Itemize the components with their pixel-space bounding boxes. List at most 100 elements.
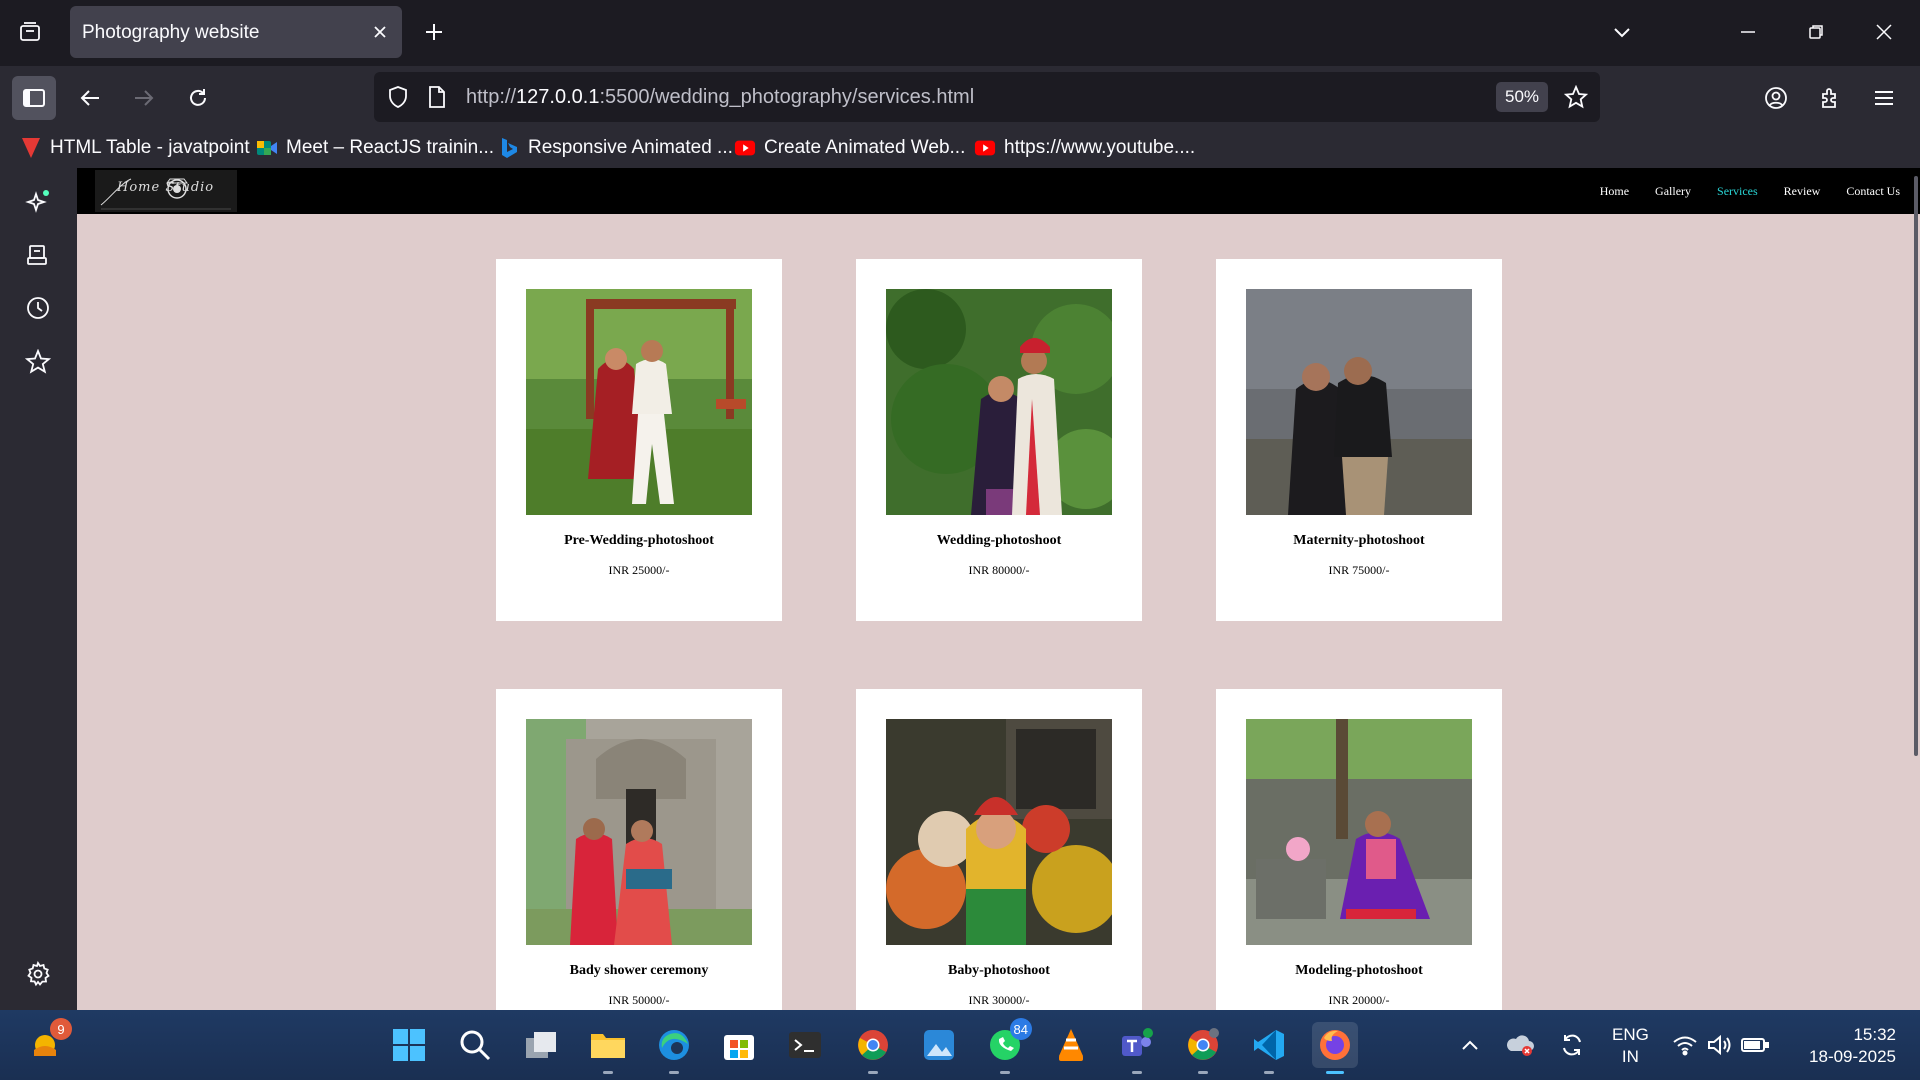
chevron-up-icon[interactable] bbox=[1454, 1022, 1486, 1068]
bookmark-item[interactable]: Responsive Animated ... bbox=[498, 134, 733, 162]
bookmark-item[interactable]: HTML Table - javatpoint bbox=[20, 134, 250, 162]
service-card[interactable]: Wedding-photoshoot INR 80000/- bbox=[856, 259, 1142, 621]
site-logo[interactable]: Home Studio bbox=[95, 170, 237, 212]
running-indicator bbox=[868, 1071, 878, 1074]
nav-link-contact[interactable]: Contact Us bbox=[1846, 184, 1900, 199]
service-card[interactable]: Maternity-photoshoot INR 75000/- bbox=[1216, 259, 1502, 621]
shield-icon[interactable] bbox=[386, 85, 410, 114]
service-price: INR 50000/- bbox=[608, 993, 670, 1007]
url-prefix: http:// bbox=[466, 86, 517, 108]
terminal-icon[interactable] bbox=[782, 1022, 828, 1068]
service-title: Baby-photoshoot bbox=[948, 963, 1050, 978]
service-photo bbox=[1246, 719, 1472, 945]
task-view-icon[interactable] bbox=[518, 1022, 564, 1068]
history-icon[interactable] bbox=[16, 286, 60, 330]
file-explorer-icon[interactable] bbox=[585, 1022, 631, 1074]
url-bar[interactable]: http://127.0.0.1:5500/wedding_photograph… bbox=[374, 72, 1600, 122]
start-menu-icon[interactable] bbox=[386, 1022, 432, 1068]
restore-icon[interactable] bbox=[1796, 10, 1836, 54]
service-photo bbox=[886, 289, 1112, 515]
chevron-down-icon[interactable] bbox=[1604, 14, 1640, 50]
back-arrow-icon[interactable] bbox=[68, 76, 112, 120]
onedrive-icon[interactable] bbox=[1502, 1022, 1538, 1068]
close-tab-icon[interactable] bbox=[368, 20, 392, 44]
close-window-icon[interactable] bbox=[1864, 10, 1904, 54]
page-scrollbar[interactable] bbox=[1914, 176, 1918, 756]
service-photo bbox=[886, 719, 1112, 945]
running-indicator bbox=[1326, 1071, 1344, 1074]
service-photo bbox=[526, 719, 752, 945]
new-tab-icon[interactable] bbox=[416, 14, 452, 50]
bookmark-item[interactable]: https://www.youtube.... bbox=[974, 134, 1195, 162]
whatsapp-icon[interactable]: 84 bbox=[982, 1018, 1032, 1074]
ai-chatbot-icon[interactable] bbox=[16, 180, 60, 224]
service-price: INR 75000/- bbox=[1328, 563, 1390, 577]
minimize-icon[interactable] bbox=[1728, 10, 1768, 54]
service-title: Bady shower ceremony bbox=[569, 963, 709, 978]
url-text[interactable]: http://127.0.0.1:5500/wedding_photograph… bbox=[466, 86, 974, 109]
chrome-profile-icon[interactable] bbox=[1180, 1022, 1226, 1074]
running-indicator bbox=[1132, 1071, 1142, 1074]
running-indicator bbox=[603, 1071, 613, 1074]
logo-text: Home Studio bbox=[117, 180, 215, 195]
clock[interactable]: 15:32 18-09-2025 bbox=[1796, 1024, 1896, 1068]
nav-link-review[interactable]: Review bbox=[1784, 184, 1821, 199]
photos-icon[interactable] bbox=[916, 1022, 962, 1068]
sidebar-toggle-icon[interactable] bbox=[12, 76, 56, 120]
vscode-icon[interactable] bbox=[1246, 1022, 1292, 1074]
widgets-icon[interactable]: 9 bbox=[22, 1018, 72, 1068]
bookmarks-icon[interactable] bbox=[16, 340, 60, 384]
reload-icon[interactable] bbox=[176, 76, 220, 120]
youtube-icon bbox=[734, 137, 756, 159]
chrome-icon[interactable] bbox=[850, 1022, 896, 1074]
service-title: Pre-Wedding-photoshoot bbox=[564, 533, 714, 548]
tab-list-icon[interactable] bbox=[12, 14, 48, 50]
volume-icon[interactable] bbox=[1702, 1022, 1736, 1068]
site-nav: Home Gallery Services Review Contact Us bbox=[1574, 184, 1900, 199]
zoom-level-button[interactable]: 50% bbox=[1496, 82, 1548, 112]
javatpoint-icon bbox=[20, 137, 42, 159]
settings-gear-icon[interactable] bbox=[16, 952, 60, 996]
account-icon[interactable] bbox=[1754, 76, 1798, 120]
teams-icon[interactable] bbox=[1114, 1022, 1160, 1074]
language-indicator[interactable]: ENG IN bbox=[1612, 1024, 1649, 1068]
vlc-icon[interactable] bbox=[1048, 1022, 1094, 1068]
search-icon[interactable] bbox=[452, 1022, 498, 1068]
windows-taskbar: 9 84 ENG IN 15:32 18-09-2025 bbox=[0, 1010, 1920, 1080]
service-card[interactable]: Baby-photoshoot INR 30000/- bbox=[856, 689, 1142, 1010]
service-card[interactable]: Pre-Wedding-photoshoot INR 25000/- bbox=[496, 259, 782, 621]
sync-icon[interactable] bbox=[1554, 1022, 1590, 1068]
bing-icon bbox=[498, 137, 520, 159]
wifi-icon[interactable] bbox=[1668, 1022, 1702, 1068]
edge-icon[interactable] bbox=[651, 1022, 697, 1074]
tab-active[interactable]: Photography website bbox=[70, 6, 402, 58]
bookmark-label: Create Animated Web... bbox=[764, 137, 966, 158]
tab-title: Photography website bbox=[82, 22, 260, 43]
service-title: Modeling-photoshoot bbox=[1295, 963, 1423, 978]
nav-link-services[interactable]: Services bbox=[1717, 184, 1758, 199]
hamburger-menu-icon[interactable] bbox=[1862, 76, 1906, 120]
running-indicator bbox=[669, 1071, 679, 1074]
bookmark-item[interactable]: Create Animated Web... bbox=[734, 134, 965, 162]
page-icon[interactable] bbox=[426, 85, 448, 114]
service-card[interactable]: Bady shower ceremony INR 50000/- bbox=[496, 689, 782, 1010]
service-card[interactable]: Modeling-photoshoot INR 20000/- bbox=[1216, 689, 1502, 1010]
bookmark-item[interactable]: Meet – ReactJS trainin... bbox=[256, 134, 494, 162]
firefox-icon[interactable] bbox=[1312, 1022, 1358, 1074]
running-indicator bbox=[1000, 1071, 1010, 1074]
bookmark-star-icon[interactable] bbox=[1560, 82, 1592, 112]
microsoft-store-icon[interactable] bbox=[716, 1022, 762, 1068]
synced-tabs-icon[interactable] bbox=[16, 234, 60, 278]
forward-arrow-icon[interactable] bbox=[122, 76, 166, 120]
running-indicator bbox=[1198, 1071, 1208, 1074]
nav-link-gallery[interactable]: Gallery bbox=[1655, 184, 1691, 199]
site-header: Home Studio Home Gallery Services Review… bbox=[77, 168, 1920, 214]
nav-link-home[interactable]: Home bbox=[1600, 184, 1629, 199]
battery-icon[interactable] bbox=[1738, 1022, 1772, 1068]
service-title: Maternity-photoshoot bbox=[1293, 533, 1425, 548]
bookmark-label: https://www.youtube.... bbox=[1004, 137, 1196, 158]
service-title: Wedding-photoshoot bbox=[936, 533, 1062, 548]
service-photo bbox=[526, 289, 752, 515]
extensions-icon[interactable] bbox=[1808, 76, 1852, 120]
clock-date: 18-09-2025 bbox=[1809, 1047, 1896, 1066]
